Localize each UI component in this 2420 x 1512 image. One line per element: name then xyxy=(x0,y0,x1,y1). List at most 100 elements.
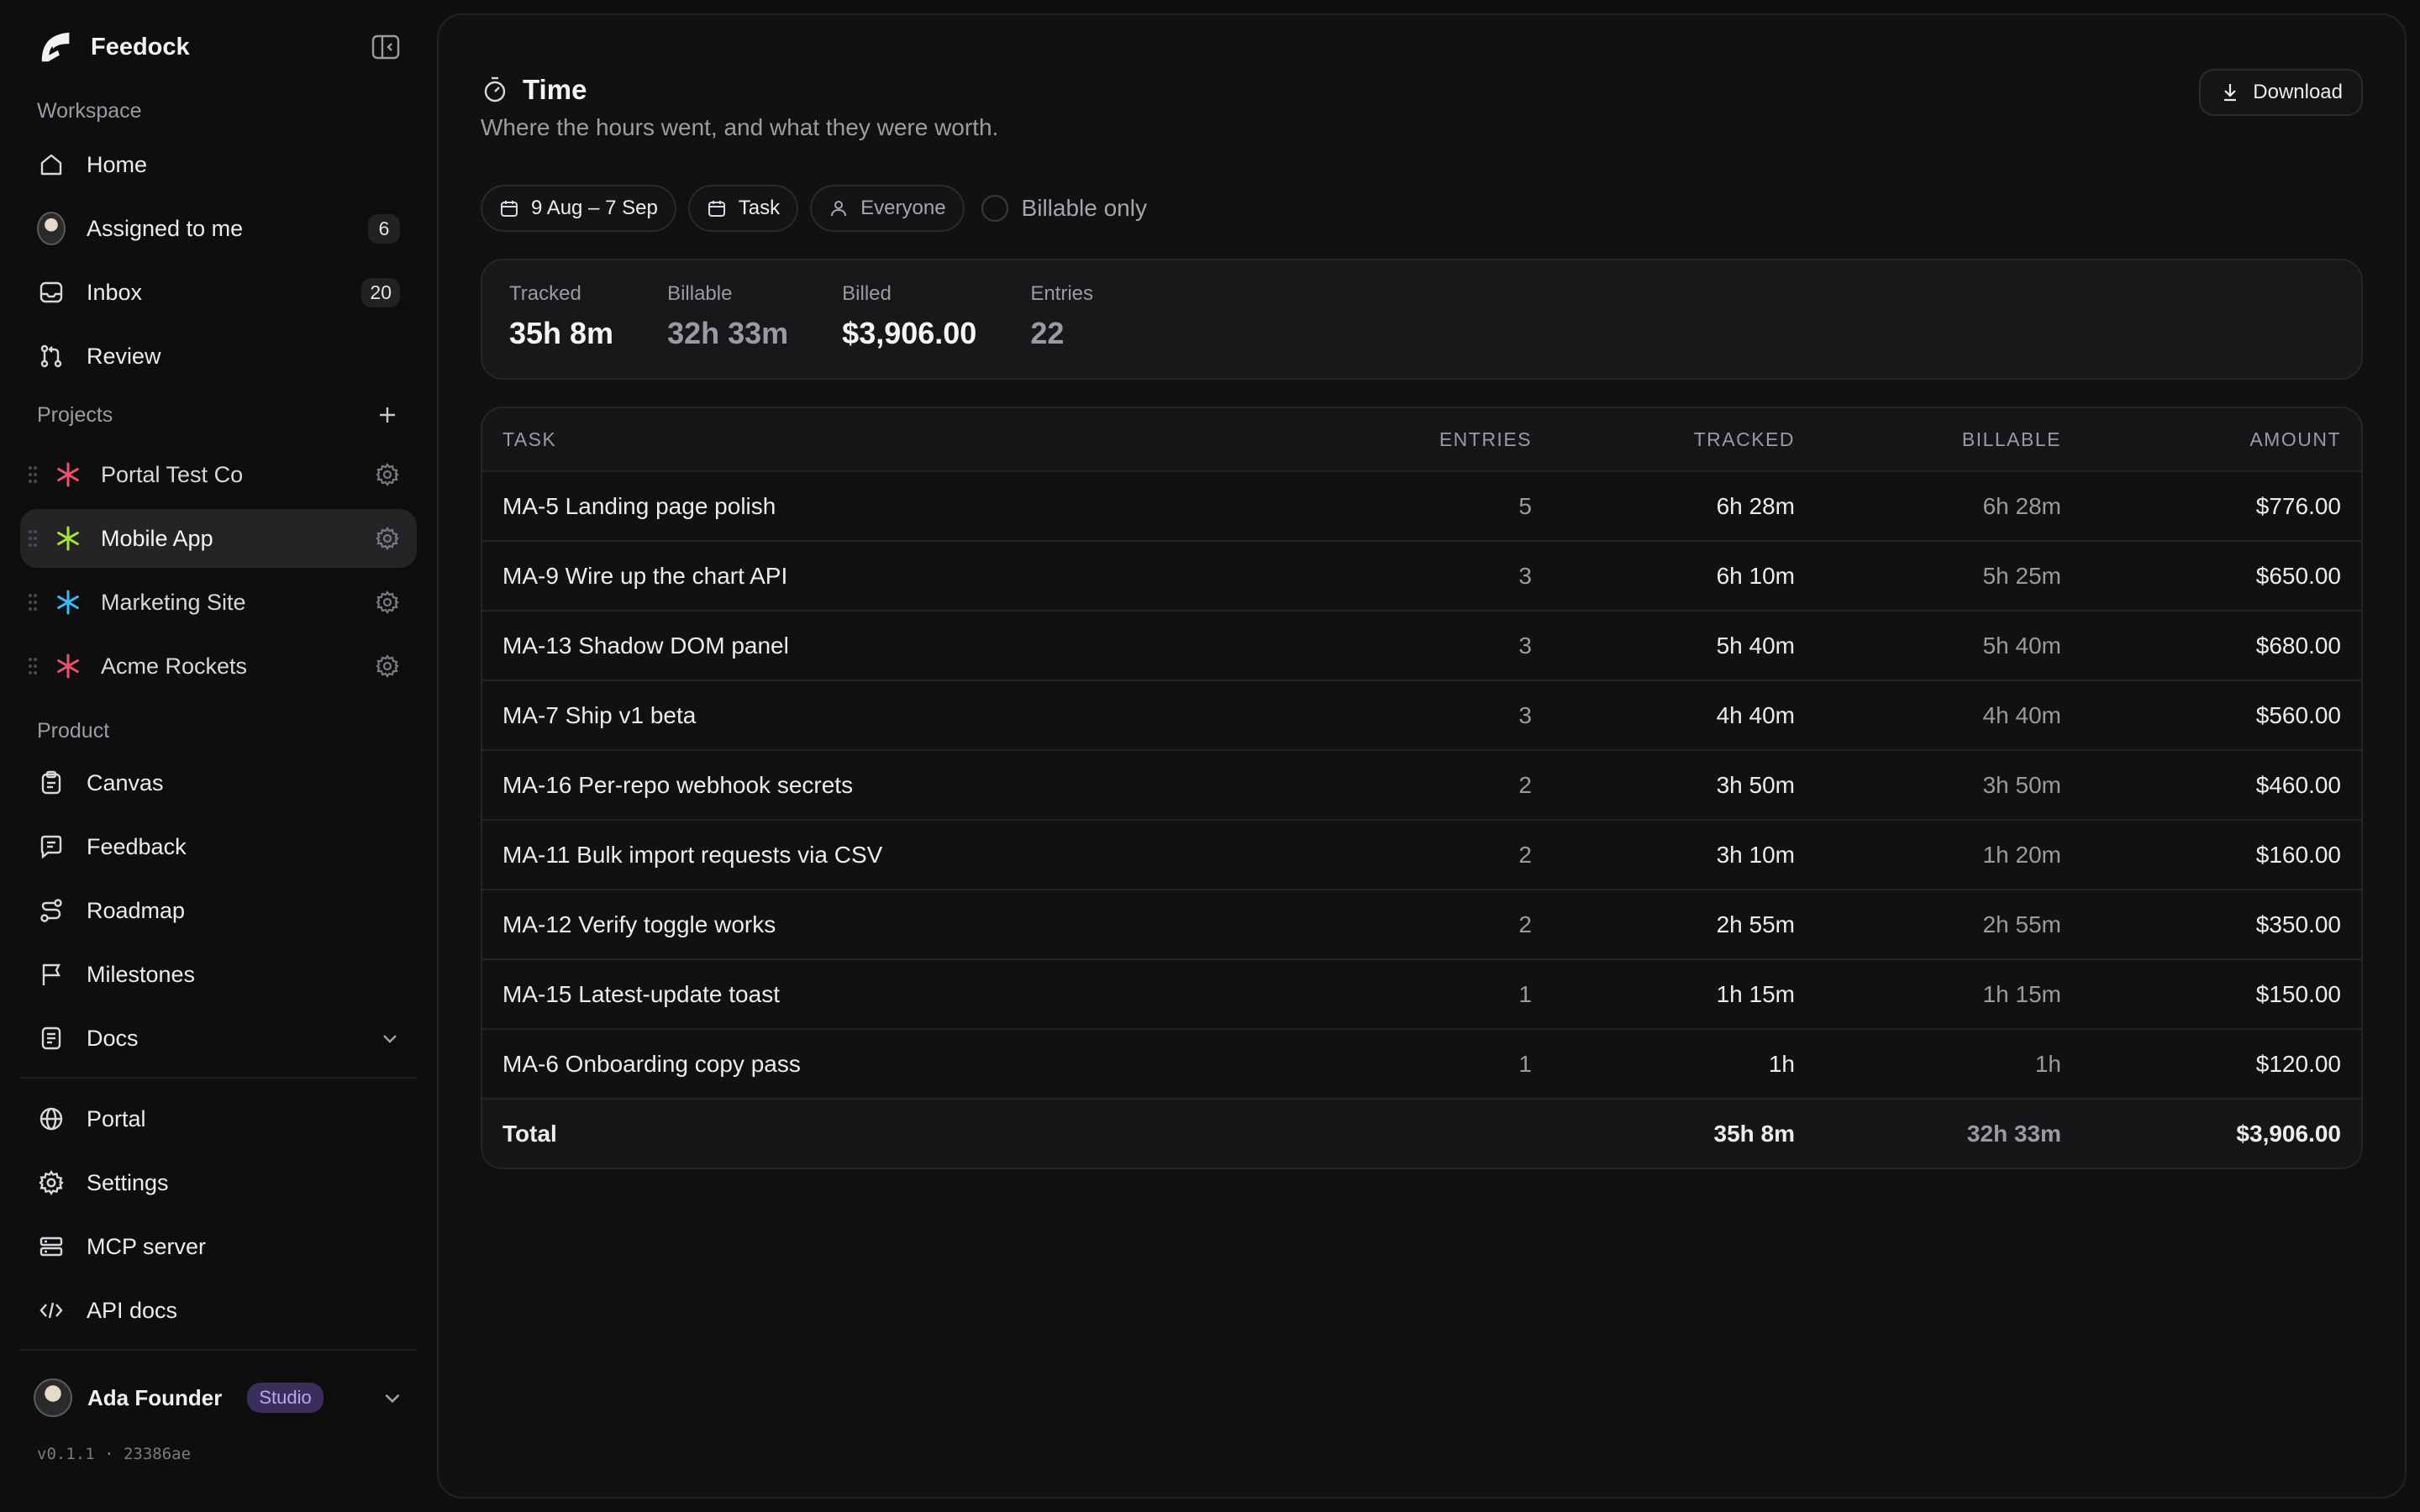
download-button[interactable]: Download xyxy=(2199,69,2363,116)
amount-cell: $350.00 xyxy=(2255,911,2341,937)
user-menu[interactable]: Ada Founder Studio xyxy=(20,1364,417,1431)
tracked-cell: 6h 28m xyxy=(1716,492,1795,519)
date-range-filter[interactable]: 9 Aug – 7 Sep xyxy=(481,185,676,232)
table-row[interactable]: MA-13 Shadow DOM panel 3 5h 40m 5h 40m $680.… xyxy=(482,610,2361,680)
project-label: Portal Test Co xyxy=(101,461,244,487)
project-settings-gear-icon[interactable] xyxy=(375,462,400,487)
project-marketing-site[interactable]: Marketing Site xyxy=(20,573,417,632)
entries-cell: 3 xyxy=(1518,562,1532,589)
project-settings-gear-icon[interactable] xyxy=(375,526,400,551)
column-header-tracked[interactable]: TRACKED xyxy=(1532,428,1795,451)
app-version: v0.1.1 · 23386ae xyxy=(37,1445,192,1463)
project-settings-gear-icon[interactable] xyxy=(375,654,400,679)
column-header-entries[interactable]: ENTRIES xyxy=(1330,428,1532,451)
amount-cell: $150.00 xyxy=(2255,980,2341,1007)
billable-cell: 2h 55m xyxy=(1982,911,2061,937)
entries-cell: 1 xyxy=(1518,1050,1532,1077)
add-project-plus-icon[interactable] xyxy=(375,402,400,428)
table-row[interactable]: MA-15 Latest-update toast 1 1h 15m 1h 15m $1… xyxy=(482,958,2361,1028)
timer-icon xyxy=(484,76,506,102)
git-pull-request-icon xyxy=(37,342,66,370)
drag-handle-icon[interactable] xyxy=(27,592,39,612)
drag-handle-icon[interactable] xyxy=(27,528,39,549)
filter-bar: 9 Aug – 7 Sep Task Everyone Billable onl… xyxy=(481,185,2363,232)
task-cell: MA-5 Landing page polish xyxy=(502,492,776,519)
nav-canvas[interactable]: Canvas xyxy=(20,756,417,810)
globe-icon xyxy=(37,1105,66,1133)
project-asterisk-icon xyxy=(57,462,79,487)
table-row[interactable]: MA-11 Bulk import requests via CSV 2 3h 10… xyxy=(482,819,2361,889)
billable-cell: 5h 40m xyxy=(1982,632,2061,659)
projects-header: Projects xyxy=(20,393,417,437)
nav-settings-label: Settings xyxy=(87,1169,169,1195)
table-row[interactable]: MA-12 Verify toggle works 2 2h 55m 2h 55m $3… xyxy=(482,889,2361,958)
stat-label: Tracked xyxy=(509,282,581,305)
amount-cell: $650.00 xyxy=(2255,562,2341,589)
nav-mcp-server[interactable]: MCP server xyxy=(20,1220,417,1273)
table-row[interactable]: MA-6 Onboarding copy pass 1 1h 1h $120.00 xyxy=(482,1028,2361,1098)
drag-handle-icon[interactable] xyxy=(27,465,39,485)
column-header-task[interactable]: TASK xyxy=(482,428,1330,451)
table-total-row: Total 35h 8m 32h 33m $3,906.00 xyxy=(482,1098,2361,1168)
chevron-down-icon[interactable] xyxy=(380,1028,400,1048)
download-icon xyxy=(2224,84,2237,102)
stat-value: 32h 33m xyxy=(667,316,789,350)
billable-cell: 6h 28m xyxy=(1982,492,2061,519)
project-acme-rockets[interactable]: Acme Rockets xyxy=(20,637,417,696)
calendar-icon xyxy=(708,201,725,217)
stat-value: 35h 8m xyxy=(509,316,614,350)
nav-settings[interactable]: Settings xyxy=(20,1156,417,1210)
sidebar-divider xyxy=(20,1077,417,1079)
billable-only-checkbox[interactable] xyxy=(981,195,1008,222)
billable-cell: 1h 15m xyxy=(1982,980,2061,1007)
project-settings-gear-icon[interactable] xyxy=(375,590,400,615)
nav-home[interactable]: Home xyxy=(20,138,417,192)
nav-roadmap[interactable]: Roadmap xyxy=(20,884,417,937)
billable-only-toggle[interactable]: Billable only xyxy=(981,195,1147,222)
chevron-down-icon[interactable] xyxy=(381,1387,403,1409)
column-header-billable[interactable]: BILLABLE xyxy=(1795,428,2061,451)
gear-icon xyxy=(37,1168,66,1197)
nav-mcp-label: MCP server xyxy=(87,1233,207,1259)
group-by-filter[interactable]: Task xyxy=(687,185,799,232)
table-row[interactable]: MA-5 Landing page polish 5 6h 28m 6h 28m $77… xyxy=(482,470,2361,540)
total-billable: 32h 33m xyxy=(1966,1120,2061,1147)
drag-handle-icon[interactable] xyxy=(27,656,39,676)
nav-milestones[interactable]: Milestones xyxy=(20,948,417,1001)
table-header-row: TASK ENTRIES TRACKED BILLABLE AMOUNT xyxy=(482,408,2361,470)
total-amount: $3,906.00 xyxy=(2236,1120,2341,1147)
nav-review[interactable]: Review xyxy=(20,329,417,383)
nav-assigned-to-me[interactable]: Assigned to me 6 xyxy=(20,202,417,255)
nav-assigned-label: Assigned to me xyxy=(87,215,244,241)
sidebar-collapse-icon[interactable] xyxy=(371,34,400,60)
tracked-cell: 5h 40m xyxy=(1716,632,1795,659)
amount-cell: $160.00 xyxy=(2255,841,2341,868)
stat-value: $3,906.00 xyxy=(842,316,977,350)
feedock-logo-icon xyxy=(41,32,70,62)
inbox-icon xyxy=(37,278,66,307)
project-portal-test-co[interactable]: Portal Test Co xyxy=(20,445,417,504)
nav-feedback[interactable]: Feedback xyxy=(20,820,417,874)
people-filter[interactable]: Everyone xyxy=(810,185,965,232)
nav-inbox[interactable]: Inbox 20 xyxy=(20,265,417,319)
nav-api-docs[interactable]: API docs xyxy=(20,1284,417,1337)
entries-cell: 5 xyxy=(1518,492,1532,519)
nav-home-label: Home xyxy=(87,151,148,177)
project-mobile-app[interactable]: Mobile App xyxy=(20,509,417,568)
app-name: Feedock xyxy=(91,33,190,60)
project-label: Marketing Site xyxy=(101,589,246,615)
nav-portal-label: Portal xyxy=(87,1105,146,1131)
total-label: Total xyxy=(502,1120,557,1147)
nav-docs[interactable]: Docs xyxy=(20,1011,417,1065)
route-icon xyxy=(37,896,66,925)
tracked-cell: 6h 10m xyxy=(1716,562,1795,589)
download-label: Download xyxy=(2253,81,2343,103)
table-row[interactable]: MA-16 Per-repo webhook secrets 2 3h 50m 3h … xyxy=(482,749,2361,819)
column-header-amount[interactable]: AMOUNT xyxy=(2061,428,2361,451)
document-icon xyxy=(37,1024,66,1053)
stat-label: Entries xyxy=(1030,282,1094,305)
table-row[interactable]: MA-9 Wire up the chart API 3 6h 10m 5h 25m $… xyxy=(482,540,2361,610)
table-row[interactable]: MA-7 Ship v1 beta 3 4h 40m 4h 40m $560.00 xyxy=(482,680,2361,749)
task-cell: MA-6 Onboarding copy pass xyxy=(502,1050,801,1077)
nav-portal[interactable]: Portal xyxy=(20,1092,417,1146)
